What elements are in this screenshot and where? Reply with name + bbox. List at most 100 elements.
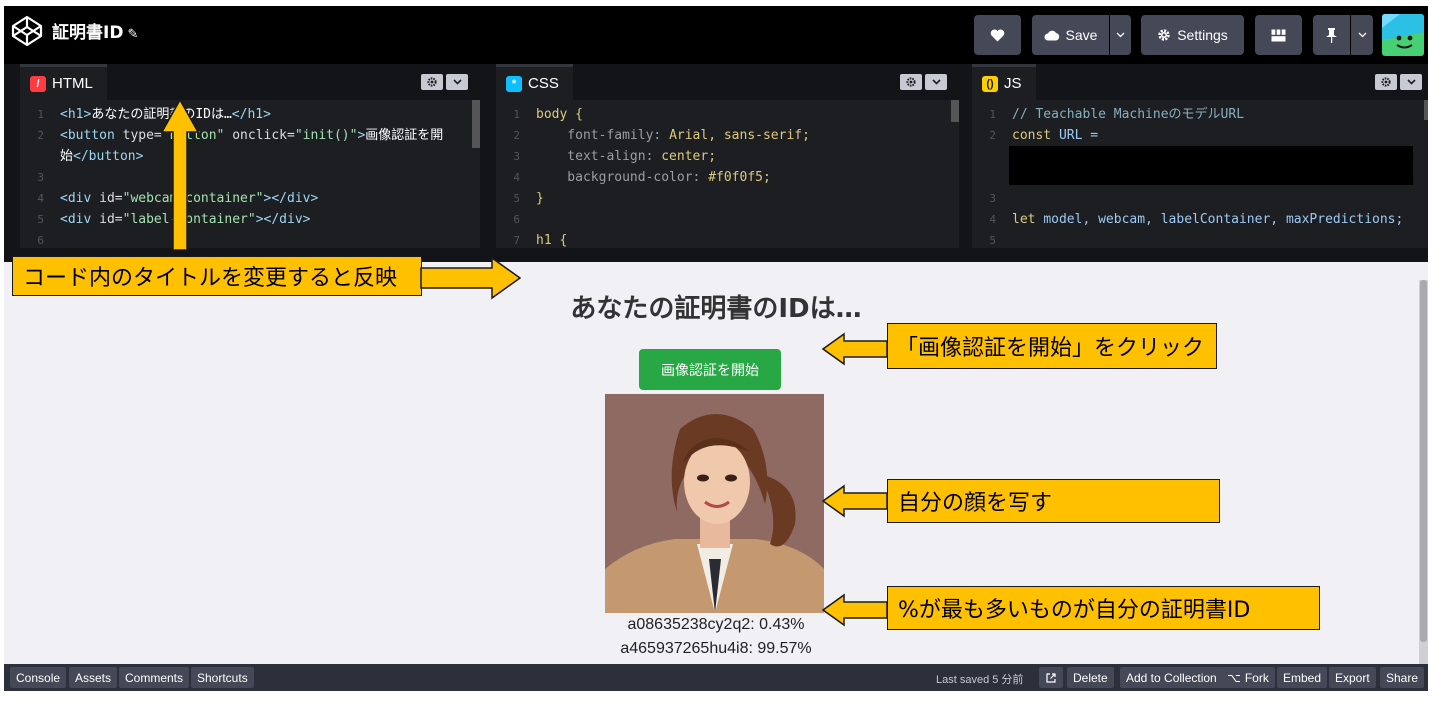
code-token: let xyxy=(1012,212,1044,227)
redacted-url-block xyxy=(1009,146,1413,185)
js-pane-controls xyxy=(1375,74,1422,90)
comments-button[interactable]: Comments xyxy=(119,667,190,688)
js-scrollbar[interactable] xyxy=(1424,100,1428,120)
gear-icon xyxy=(1158,29,1170,41)
code-token: type= xyxy=(122,128,162,143)
console-button[interactable]: Console xyxy=(10,667,67,688)
shortcuts-button[interactable]: Shortcuts xyxy=(191,667,254,688)
delete-button[interactable]: Delete xyxy=(1067,667,1114,688)
code-token: URL xyxy=(1220,107,1245,122)
html-scrollbar[interactable] xyxy=(472,100,480,148)
code-line: 始</button> xyxy=(20,146,470,167)
share-button[interactable]: Share xyxy=(1380,667,1425,688)
right-arrow-annotation xyxy=(420,256,522,300)
html-pane-controls xyxy=(421,74,468,90)
love-button[interactable] xyxy=(974,15,1021,55)
title-note: コード内のタイトルを変更すると反映 xyxy=(12,256,422,296)
code-token: "init()" xyxy=(294,128,358,143)
pen-title-text[interactable]: 証明書ID xyxy=(52,23,123,43)
settings-label: Settings xyxy=(1177,27,1228,43)
html-editor-pane[interactable]: / HTML 1 <h1>あなたの証明書のIDは…</h1> 2 <button t… xyxy=(20,64,480,248)
code-token: font-family: xyxy=(536,128,670,143)
left-arrow-annotation xyxy=(822,593,888,627)
html-pane-header: / HTML xyxy=(20,64,480,100)
code-line: 1 body { xyxy=(496,104,949,125)
js-editor-pane[interactable]: () JS 1 // Teachable MachineのモデルURL 2 cons… xyxy=(972,64,1428,248)
css-code[interactable]: 1 body { 2 font-family: Arial, sans-serif… xyxy=(496,104,949,248)
code-token: text-align: xyxy=(536,149,662,164)
line-number: 1 xyxy=(37,108,44,121)
code-token: id= xyxy=(99,191,123,206)
pen-title[interactable]: 証明書ID ✎ xyxy=(52,18,138,43)
js-tab-label: JS xyxy=(1004,75,1022,92)
change-view-button[interactable] xyxy=(1255,15,1302,55)
html-lang-icon: / xyxy=(30,75,46,92)
pin-options-button[interactable] xyxy=(1351,15,1373,55)
code-token: URL = xyxy=(1058,128,1099,143)
up-arrow-annotation xyxy=(160,98,200,251)
preview-scrollbar-thumb[interactable] xyxy=(1420,280,1427,642)
export-button[interactable]: Export xyxy=(1329,667,1376,688)
code-token: center; xyxy=(661,149,717,164)
code-line: 5 <div id="label-container"></div> xyxy=(20,209,470,230)
face-note: 自分の顔を写す xyxy=(887,479,1220,523)
pane-settings-button[interactable] xyxy=(421,74,443,90)
code-line: 5 xyxy=(972,230,1418,248)
code-token: Arial, sans-serif; xyxy=(669,128,810,143)
chevron-down-icon xyxy=(1116,32,1125,38)
code-token: </h1> xyxy=(231,107,271,122)
edit-pencil-icon[interactable]: ✎ xyxy=(127,27,138,42)
pin-button[interactable] xyxy=(1313,15,1350,55)
code-token: <button xyxy=(60,128,123,143)
user-avatar[interactable] xyxy=(1382,14,1424,56)
code-line: 4 background-color: #f0f0f5; xyxy=(496,167,949,188)
code-line: 6 xyxy=(20,230,470,248)
pane-settings-button[interactable] xyxy=(900,74,922,90)
codepen-logo-icon[interactable] xyxy=(10,14,44,48)
fork-label: Fork xyxy=(1244,670,1269,685)
bottom-bar: Console Assets Comments Shortcuts Last s… xyxy=(4,664,1428,691)
gear-icon xyxy=(427,77,437,87)
pane-settings-button[interactable] xyxy=(1375,74,1397,90)
save-button[interactable]: Save xyxy=(1032,15,1109,55)
css-pane-controls xyxy=(900,74,947,90)
external-link-icon xyxy=(1046,672,1056,683)
open-external-button[interactable] xyxy=(1039,667,1063,688)
pane-collapse-button[interactable] xyxy=(1400,74,1422,90)
avatar-face-icon xyxy=(1382,14,1424,56)
tab-css[interactable]: * CSS xyxy=(496,64,573,100)
code-token: ></div> xyxy=(255,212,311,227)
code-token: 画像認証を開 xyxy=(365,128,444,143)
prediction-label: a465937265hu4i8: 99.57% xyxy=(620,640,812,657)
code-line: 3 text-align: center; xyxy=(496,146,949,167)
code-token: // Teachable Machineのモデル xyxy=(1012,107,1221,122)
code-token: #f0f0f5; xyxy=(708,170,771,185)
start-recognition-button[interactable]: 画像認証を開始 xyxy=(639,349,781,390)
embed-button[interactable]: Embed xyxy=(1277,667,1328,688)
css-scrollbar[interactable] xyxy=(951,100,959,122)
tab-html[interactable]: / HTML xyxy=(20,64,107,100)
code-line: 2 font-family: Arial, sans-serif; xyxy=(496,125,949,146)
code-line: 4 <div id="webcam-container"></div> xyxy=(20,188,470,209)
line-number: 4 xyxy=(37,192,44,205)
line-number: 3 xyxy=(989,192,996,205)
id-note: %が最も多いものが自分の証明書ID xyxy=(887,586,1320,630)
fork-button[interactable]: ⌥ Fork xyxy=(1221,667,1275,688)
code-token: <div xyxy=(60,212,100,227)
code-token: onclick= xyxy=(224,128,295,143)
css-editor-pane[interactable]: * CSS 1 body { 2 font-family: Arial, sans… xyxy=(496,64,959,248)
pane-collapse-button[interactable] xyxy=(446,74,468,90)
settings-button[interactable]: Settings xyxy=(1141,15,1244,55)
line-number: 4 xyxy=(989,213,996,226)
save-options-button[interactable] xyxy=(1110,15,1131,55)
code-token: model, webcam, labelContainer, maxPredic… xyxy=(1043,212,1404,227)
add-to-collection-button[interactable]: Add to Collection xyxy=(1120,667,1223,688)
assets-button[interactable]: Assets xyxy=(69,667,118,688)
html-code[interactable]: 1 <h1>あなたの証明書のIDは…</h1> 2 <button type="bu… xyxy=(20,104,470,248)
css-tab-label: CSS xyxy=(528,75,559,92)
tab-js[interactable]: () JS xyxy=(972,64,1036,100)
pane-collapse-button[interactable] xyxy=(925,74,947,90)
layout-icon xyxy=(1271,28,1286,41)
codepen-editor: 証明書ID ✎ Save Settings / HTML 1 <h1>あなたの証… xyxy=(0,0,1432,702)
chevron-down-icon xyxy=(1406,79,1416,85)
